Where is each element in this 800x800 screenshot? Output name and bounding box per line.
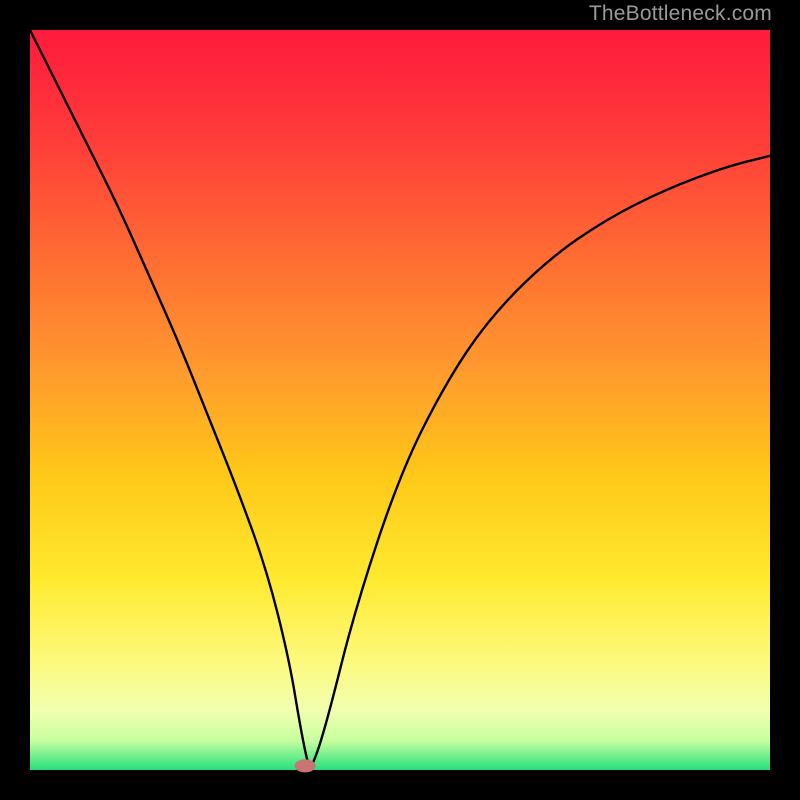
watermark-text: TheBottleneck.com — [589, 2, 772, 26]
plot-area — [30, 30, 770, 770]
chart-frame: TheBottleneck.com — [0, 0, 800, 800]
curve-path — [30, 30, 770, 767]
optimal-point-marker — [295, 759, 316, 772]
bottleneck-curve — [30, 30, 770, 770]
